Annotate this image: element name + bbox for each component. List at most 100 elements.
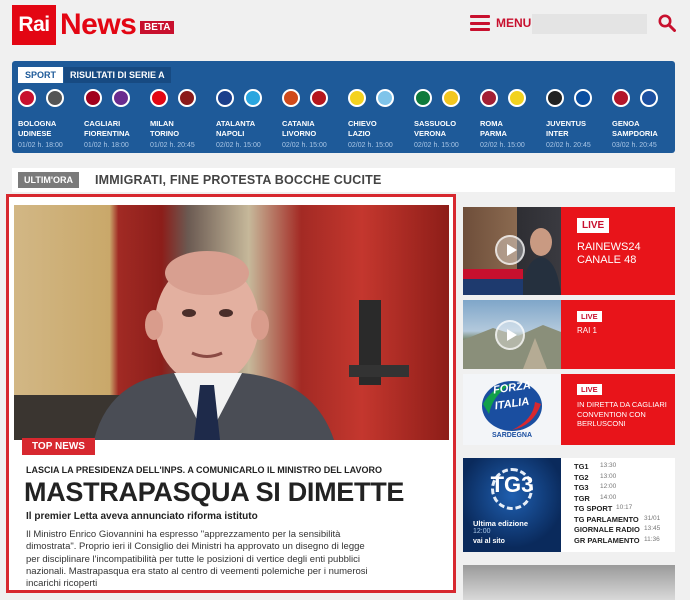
tg-item[interactable]: TGR 14:00	[574, 494, 674, 505]
search-icon[interactable]	[658, 14, 676, 32]
search-input[interactable]	[532, 14, 647, 34]
sport-tab[interactable]: SPORT	[18, 67, 64, 83]
match-date: 02/02	[480, 142, 498, 149]
live-thumbnail[interactable]	[463, 300, 561, 369]
live-rainews24[interactable]: LIVE RAINEWS24 CANALE 48	[463, 207, 675, 295]
tg-item[interactable]: TG SPORT 10:17	[574, 504, 674, 515]
top-story-card[interactable]: TOP NEWS LASCIA LA PRESIDENZA DELL'INPS.…	[6, 194, 456, 593]
live-info-panel[interactable]: LIVE RAINEWS24 CANALE 48	[561, 207, 675, 295]
away-crest-icon	[574, 89, 592, 107]
home-crest-icon	[216, 89, 234, 107]
match-chievo-lazio[interactable]: CHIEVO LAZIO 02/02 h. 15:00	[348, 89, 414, 149]
portrait-illustration	[14, 251, 409, 440]
match-roma-parma[interactable]: ROMA PARMA 02/02 h. 15:00	[480, 89, 546, 149]
serie-a-results-bar: SPORT RISULTATI DI SERIE A BOLOGNA UDINES…	[12, 61, 675, 153]
team-crests	[414, 89, 480, 111]
tg-name: TG2	[574, 472, 589, 482]
match-genoa-sampdoria[interactable]: GENOA SAMPDORIA 03/02 h. 20:45	[612, 89, 678, 149]
team-crests	[150, 89, 216, 111]
tg-time: 12:00	[600, 483, 617, 490]
tg-schedule-list: TG1 13:30 TG2 13:00 TG3 12:00 TGR 14:00 TG SPORT…	[574, 462, 674, 546]
tg-item[interactable]: TG PARLAMENTO 31/01	[574, 515, 674, 526]
tg-site-link[interactable]: vai al sito	[473, 538, 505, 545]
away-team: LIVORNO	[282, 129, 317, 138]
match-milan-torino[interactable]: MILAN TORINO 01/02 h. 20:45	[150, 89, 216, 149]
play-icon[interactable]	[495, 320, 525, 350]
away-crest-icon	[112, 89, 130, 107]
tg-item[interactable]: GR PARLAMENTO 11:36	[574, 536, 674, 547]
tg-item[interactable]: GIORNALE RADIO 13:45	[574, 525, 674, 536]
away-crest-icon	[310, 89, 328, 107]
match-catania-livorno[interactable]: CATANIA LIVORNO 02/02 h. 15:00	[282, 89, 348, 149]
tg-time: 10:17	[616, 504, 633, 511]
match-date: 02/02	[348, 142, 366, 149]
home-crest-icon	[480, 89, 498, 107]
match-date: 02/02	[216, 142, 234, 149]
breaking-news-bar[interactable]: ULTIM'ORA IMMIGRATI, FINE PROTESTA BOCCH…	[12, 168, 675, 192]
beta-badge: BETA	[140, 21, 175, 34]
tg-edition-time: 12:00	[473, 528, 491, 535]
next-item-thumbnail[interactable]	[463, 565, 675, 600]
live-rai1[interactable]: LIVE RAI 1	[463, 300, 675, 369]
live-thumbnail[interactable]	[463, 207, 561, 295]
home-crest-icon	[546, 89, 564, 107]
home-crest-icon	[414, 89, 432, 107]
breaking-news-text[interactable]: IMMIGRATI, FINE PROTESTA BOCCHE CUCITE	[95, 173, 382, 187]
match-juventus-inter[interactable]: JUVENTUS INTER 02/02 h. 20:45	[546, 89, 612, 149]
live-info-panel[interactable]: LIVE RAI 1	[561, 300, 675, 369]
top-news-tag: TOP NEWS	[22, 438, 95, 455]
away-team: VERONA	[414, 129, 447, 138]
live-forza-italia[interactable]: FORZA ITALIA SARDEGNA LIVE IN DIRETTA DA…	[463, 374, 675, 445]
away-crest-icon	[640, 89, 658, 107]
home-crest-icon	[150, 89, 168, 107]
tg3-logo[interactable]: TG3 Ultima edizione 12:00 vai al sito	[463, 458, 561, 552]
top-story-photo[interactable]	[14, 205, 449, 440]
home-crest-icon	[282, 89, 300, 107]
away-team: PARMA	[480, 129, 507, 138]
match-bologna-udinese[interactable]: BOLOGNA UDINESE 01/02 h. 18:00	[18, 89, 84, 149]
home-crest-icon	[18, 89, 36, 107]
home-team: SASSUOLO	[414, 119, 457, 128]
menu-button[interactable]: MENU	[470, 14, 531, 32]
rainews-logo[interactable]: Rai News	[12, 5, 137, 45]
tg-time: 13:00	[600, 472, 617, 480]
rai-logo-box: Rai	[12, 5, 56, 45]
live-badge: LIVE	[577, 218, 610, 233]
away-crest-icon	[508, 89, 526, 107]
match-time: h. 20:45	[169, 142, 195, 149]
sardegna-text: SARDEGNA	[491, 432, 533, 439]
tg-item[interactable]: TG2 13:00	[574, 473, 674, 484]
team-crests	[282, 89, 348, 111]
match-time: h. 18:00	[103, 142, 129, 149]
match-cagliari-fiorentina[interactable]: CAGLIARI FIORENTINA 01/02 h. 18:00	[84, 89, 150, 149]
forza-italia-logo[interactable]: FORZA ITALIA SARDEGNA	[463, 374, 561, 445]
live-title: RAI 1	[577, 326, 598, 335]
team-crests	[84, 89, 150, 111]
match-time: h. 15:00	[235, 142, 261, 149]
match-time: h. 15:00	[433, 142, 459, 149]
tg-item[interactable]: TG1 13:30	[574, 462, 674, 473]
tg-name: GR PARLAMENTO	[574, 535, 640, 545]
match-sassuolo-verona[interactable]: SASSUOLO VERONA 02/02 h. 15:00	[414, 89, 480, 149]
story-headline[interactable]: MASTRAPASQUA SI DIMETTE	[24, 477, 404, 508]
match-time: h. 20:45	[631, 142, 657, 149]
hamburger-icon	[470, 14, 490, 32]
team-crests	[546, 89, 612, 111]
home-team: ATALANTA	[216, 119, 256, 128]
serie-a-title[interactable]: RISULTATI DI SERIE A	[64, 67, 171, 83]
tg-item[interactable]: TG3 12:00	[574, 483, 674, 494]
match-atalanta-napoli[interactable]: ATALANTA NAPOLI 02/02 h. 15:00	[216, 89, 282, 149]
home-team: MILAN	[150, 119, 174, 128]
away-crest-icon	[244, 89, 262, 107]
away-crest-icon	[442, 89, 460, 107]
match-date: 02/02	[546, 142, 564, 149]
site-header: Rai News BETA MENU	[0, 0, 690, 56]
match-date: 01/02	[150, 142, 168, 149]
tg-name: TGR	[574, 493, 590, 503]
match-date: 01/02	[84, 142, 102, 149]
menu-label: MENU	[496, 16, 532, 30]
play-icon[interactable]	[495, 235, 525, 265]
tg-time: 14:00	[600, 493, 617, 501]
away-team: TORINO	[150, 129, 180, 138]
live-info-panel[interactable]: LIVE IN DIRETTA DA CAGLIARI CONVENTION C…	[561, 374, 675, 445]
